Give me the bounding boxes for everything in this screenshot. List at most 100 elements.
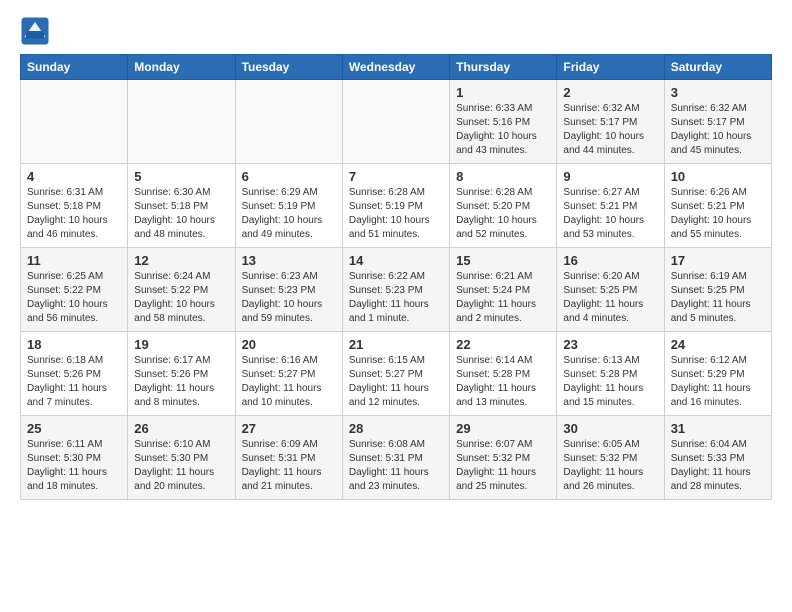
day-info: Sunrise: 6:26 AM Sunset: 5:21 PM Dayligh… — [671, 186, 765, 242]
week-row-3: 11 Sunrise: 6:25 AM Sunset: 5:22 PM Dayli… — [21, 248, 772, 332]
day-number: 16 — [563, 253, 657, 268]
day-info: Sunrise: 6:04 AM Sunset: 5:33 PM Dayligh… — [671, 438, 765, 494]
day-info: Sunrise: 6:27 AM Sunset: 5:21 PM Dayligh… — [563, 186, 657, 242]
day-info: Sunrise: 6:05 AM Sunset: 5:32 PM Dayligh… — [563, 438, 657, 494]
day-number: 31 — [671, 421, 765, 436]
logo-icon — [20, 16, 50, 46]
day-number: 1 — [456, 85, 550, 100]
calendar-cell: 20 Sunrise: 6:16 AM Sunset: 5:27 PM Dayli… — [235, 332, 342, 416]
day-info: Sunrise: 6:19 AM Sunset: 5:25 PM Dayligh… — [671, 270, 765, 326]
day-info: Sunrise: 6:17 AM Sunset: 5:26 PM Dayligh… — [134, 354, 228, 410]
header-thursday: Thursday — [450, 55, 557, 80]
day-number: 28 — [349, 421, 443, 436]
day-number: 25 — [27, 421, 121, 436]
calendar-cell — [21, 80, 128, 164]
day-info: Sunrise: 6:28 AM Sunset: 5:20 PM Dayligh… — [456, 186, 550, 242]
day-number: 20 — [242, 337, 336, 352]
day-number: 5 — [134, 169, 228, 184]
header-tuesday: Tuesday — [235, 55, 342, 80]
calendar-cell: 8 Sunrise: 6:28 AM Sunset: 5:20 PM Daylig… — [450, 164, 557, 248]
day-info: Sunrise: 6:16 AM Sunset: 5:27 PM Dayligh… — [242, 354, 336, 410]
day-info: Sunrise: 6:13 AM Sunset: 5:28 PM Dayligh… — [563, 354, 657, 410]
day-number: 18 — [27, 337, 121, 352]
day-info: Sunrise: 6:29 AM Sunset: 5:19 PM Dayligh… — [242, 186, 336, 242]
day-info: Sunrise: 6:32 AM Sunset: 5:17 PM Dayligh… — [563, 102, 657, 158]
day-info: Sunrise: 6:07 AM Sunset: 5:32 PM Dayligh… — [456, 438, 550, 494]
logo — [20, 16, 54, 46]
day-number: 23 — [563, 337, 657, 352]
calendar-cell: 4 Sunrise: 6:31 AM Sunset: 5:18 PM Daylig… — [21, 164, 128, 248]
calendar-cell: 31 Sunrise: 6:04 AM Sunset: 5:33 PM Dayli… — [664, 416, 771, 500]
day-number: 26 — [134, 421, 228, 436]
day-info: Sunrise: 6:31 AM Sunset: 5:18 PM Dayligh… — [27, 186, 121, 242]
week-row-4: 18Sunrise: 6:18 AM Sunset: 5:26 PM Dayli… — [21, 332, 772, 416]
calendar-cell: 25 Sunrise: 6:11 AM Sunset: 5:30 PM Dayli… — [21, 416, 128, 500]
calendar-cell: 6 Sunrise: 6:29 AM Sunset: 5:19 PM Daylig… — [235, 164, 342, 248]
header-row: SundayMondayTuesdayWednesdayThursdayFrid… — [21, 55, 772, 80]
day-number: 27 — [242, 421, 336, 436]
calendar-cell: 27 Sunrise: 6:09 AM Sunset: 5:31 PM Dayli… — [235, 416, 342, 500]
header-friday: Friday — [557, 55, 664, 80]
day-info: Sunrise: 6:23 AM Sunset: 5:23 PM Dayligh… — [242, 270, 336, 326]
calendar-cell — [128, 80, 235, 164]
calendar-cell: 23 Sunrise: 6:13 AM Sunset: 5:28 PM Dayli… — [557, 332, 664, 416]
day-number: 17 — [671, 253, 765, 268]
calendar-cell: 11 Sunrise: 6:25 AM Sunset: 5:22 PM Dayli… — [21, 248, 128, 332]
calendar-cell: 5 Sunrise: 6:30 AM Sunset: 5:18 PM Daylig… — [128, 164, 235, 248]
day-number: 14 — [349, 253, 443, 268]
calendar-table: SundayMondayTuesdayWednesdayThursdayFrid… — [20, 54, 772, 500]
day-number: 15 — [456, 253, 550, 268]
day-info: Sunrise: 6:22 AM Sunset: 5:23 PM Dayligh… — [349, 270, 443, 326]
calendar-cell: 14 Sunrise: 6:22 AM Sunset: 5:23 PM Dayli… — [342, 248, 449, 332]
day-info: Sunrise: 6:15 AM Sunset: 5:27 PM Dayligh… — [349, 354, 443, 410]
week-row-2: 4 Sunrise: 6:31 AM Sunset: 5:18 PM Daylig… — [21, 164, 772, 248]
day-info: Sunrise: 6:32 AM Sunset: 5:17 PM Dayligh… — [671, 102, 765, 158]
calendar-cell: 24Sunrise: 6:12 AM Sunset: 5:29 PM Dayli… — [664, 332, 771, 416]
calendar-cell: 26Sunrise: 6:10 AM Sunset: 5:30 PM Dayli… — [128, 416, 235, 500]
day-info: Sunrise: 6:11 AM Sunset: 5:30 PM Dayligh… — [27, 438, 121, 494]
day-info: Sunrise: 6:14 AM Sunset: 5:28 PM Dayligh… — [456, 354, 550, 410]
calendar-cell: 22 Sunrise: 6:14 AM Sunset: 5:28 PM Dayli… — [450, 332, 557, 416]
day-number: 19 — [134, 337, 228, 352]
day-number: 12 — [134, 253, 228, 268]
week-row-1: 1Sunrise: 6:33 AM Sunset: 5:16 PM Daylig… — [21, 80, 772, 164]
day-number: 24 — [671, 337, 765, 352]
calendar-cell: 21 Sunrise: 6:15 AM Sunset: 5:27 PM Dayli… — [342, 332, 449, 416]
header-saturday: Saturday — [664, 55, 771, 80]
calendar-cell: 15 Sunrise: 6:21 AM Sunset: 5:24 PM Dayli… — [450, 248, 557, 332]
day-number: 29 — [456, 421, 550, 436]
day-info: Sunrise: 6:25 AM Sunset: 5:22 PM Dayligh… — [27, 270, 121, 326]
calendar-cell: 9 Sunrise: 6:27 AM Sunset: 5:21 PM Daylig… — [557, 164, 664, 248]
day-number: 21 — [349, 337, 443, 352]
calendar-cell: 30 Sunrise: 6:05 AM Sunset: 5:32 PM Dayli… — [557, 416, 664, 500]
calendar-cell: 18Sunrise: 6:18 AM Sunset: 5:26 PM Dayli… — [21, 332, 128, 416]
day-info: Sunrise: 6:24 AM Sunset: 5:22 PM Dayligh… — [134, 270, 228, 326]
day-info: Sunrise: 6:20 AM Sunset: 5:25 PM Dayligh… — [563, 270, 657, 326]
calendar-cell: 3Sunrise: 6:32 AM Sunset: 5:17 PM Daylig… — [664, 80, 771, 164]
header-monday: Monday — [128, 55, 235, 80]
day-number: 11 — [27, 253, 121, 268]
day-number: 22 — [456, 337, 550, 352]
calendar-cell: 29 Sunrise: 6:07 AM Sunset: 5:32 PM Dayli… — [450, 416, 557, 500]
calendar-cell: 10Sunrise: 6:26 AM Sunset: 5:21 PM Dayli… — [664, 164, 771, 248]
day-info: Sunrise: 6:09 AM Sunset: 5:31 PM Dayligh… — [242, 438, 336, 494]
calendar-cell: 7Sunrise: 6:28 AM Sunset: 5:19 PM Daylig… — [342, 164, 449, 248]
day-number: 6 — [242, 169, 336, 184]
day-number: 8 — [456, 169, 550, 184]
page-header — [20, 16, 772, 46]
day-number: 4 — [27, 169, 121, 184]
header-sunday: Sunday — [21, 55, 128, 80]
calendar-cell: 19 Sunrise: 6:17 AM Sunset: 5:26 PM Dayli… — [128, 332, 235, 416]
calendar-cell — [235, 80, 342, 164]
day-number: 2 — [563, 85, 657, 100]
day-number: 30 — [563, 421, 657, 436]
calendar-cell: 1Sunrise: 6:33 AM Sunset: 5:16 PM Daylig… — [450, 80, 557, 164]
calendar-cell: 2 Sunrise: 6:32 AM Sunset: 5:17 PM Daylig… — [557, 80, 664, 164]
day-info: Sunrise: 6:21 AM Sunset: 5:24 PM Dayligh… — [456, 270, 550, 326]
day-number: 13 — [242, 253, 336, 268]
day-info: Sunrise: 6:08 AM Sunset: 5:31 PM Dayligh… — [349, 438, 443, 494]
day-number: 9 — [563, 169, 657, 184]
header-wednesday: Wednesday — [342, 55, 449, 80]
day-info: Sunrise: 6:30 AM Sunset: 5:18 PM Dayligh… — [134, 186, 228, 242]
week-row-5: 25 Sunrise: 6:11 AM Sunset: 5:30 PM Dayli… — [21, 416, 772, 500]
